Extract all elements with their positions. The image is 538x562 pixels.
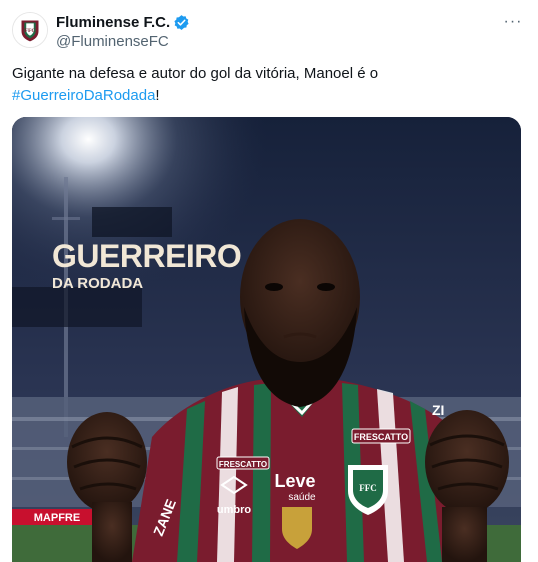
sponsor-chest-subtext: saúde <box>288 492 316 503</box>
tweet-media-image[interactable]: MAPFRE GUERREIRO DA RODADA Leve saúde um… <box>12 117 521 562</box>
tweet-text: Gigante na defesa e autor do gol da vitó… <box>12 63 524 107</box>
svg-text:FFC: FFC <box>359 483 377 493</box>
svg-text:FFC: FFC <box>25 28 36 34</box>
fluminense-crest-icon: FFC <box>13 13 47 47</box>
verified-badge-icon <box>174 14 189 30</box>
tweet-text-end: ! <box>155 87 160 104</box>
player-photo: MAPFRE GUERREIRO DA RODADA Leve saúde um… <box>12 117 521 562</box>
sleeve-sponsor-text: FRESCATTO <box>219 460 267 469</box>
user-handle[interactable]: @FluminenseFC <box>56 33 526 50</box>
sponsor-chest-text: Leve <box>274 471 315 491</box>
more-horizontal-icon: ··· <box>503 13 523 30</box>
subheadline-text: DA RODADA <box>52 275 143 292</box>
shoulder-text: ZI <box>432 402 444 418</box>
display-name[interactable]: Fluminense F.C. <box>56 14 170 31</box>
collar-sponsor-text: FRESCATTO <box>354 432 408 442</box>
board-ad-text: MAPFRE <box>34 512 80 524</box>
hashtag-link[interactable]: #GuerreiroDaRodada <box>12 87 155 104</box>
more-options-button[interactable]: ··· <box>502 13 524 30</box>
kit-brand-text: umbro <box>217 504 252 516</box>
name-row: Fluminense F.C. <box>56 12 526 32</box>
profile-avatar[interactable]: FFC <box>12 12 48 48</box>
headline-text: GUERREIRO <box>52 238 241 274</box>
tweet-header: Fluminense F.C. @FluminenseFC <box>56 12 526 52</box>
tweet-card: FFC Fluminense F.C. @FluminenseFC ··· Gi… <box>0 0 538 562</box>
tweet-text-body: Gigante na defesa e autor do gol da vitó… <box>12 65 379 82</box>
